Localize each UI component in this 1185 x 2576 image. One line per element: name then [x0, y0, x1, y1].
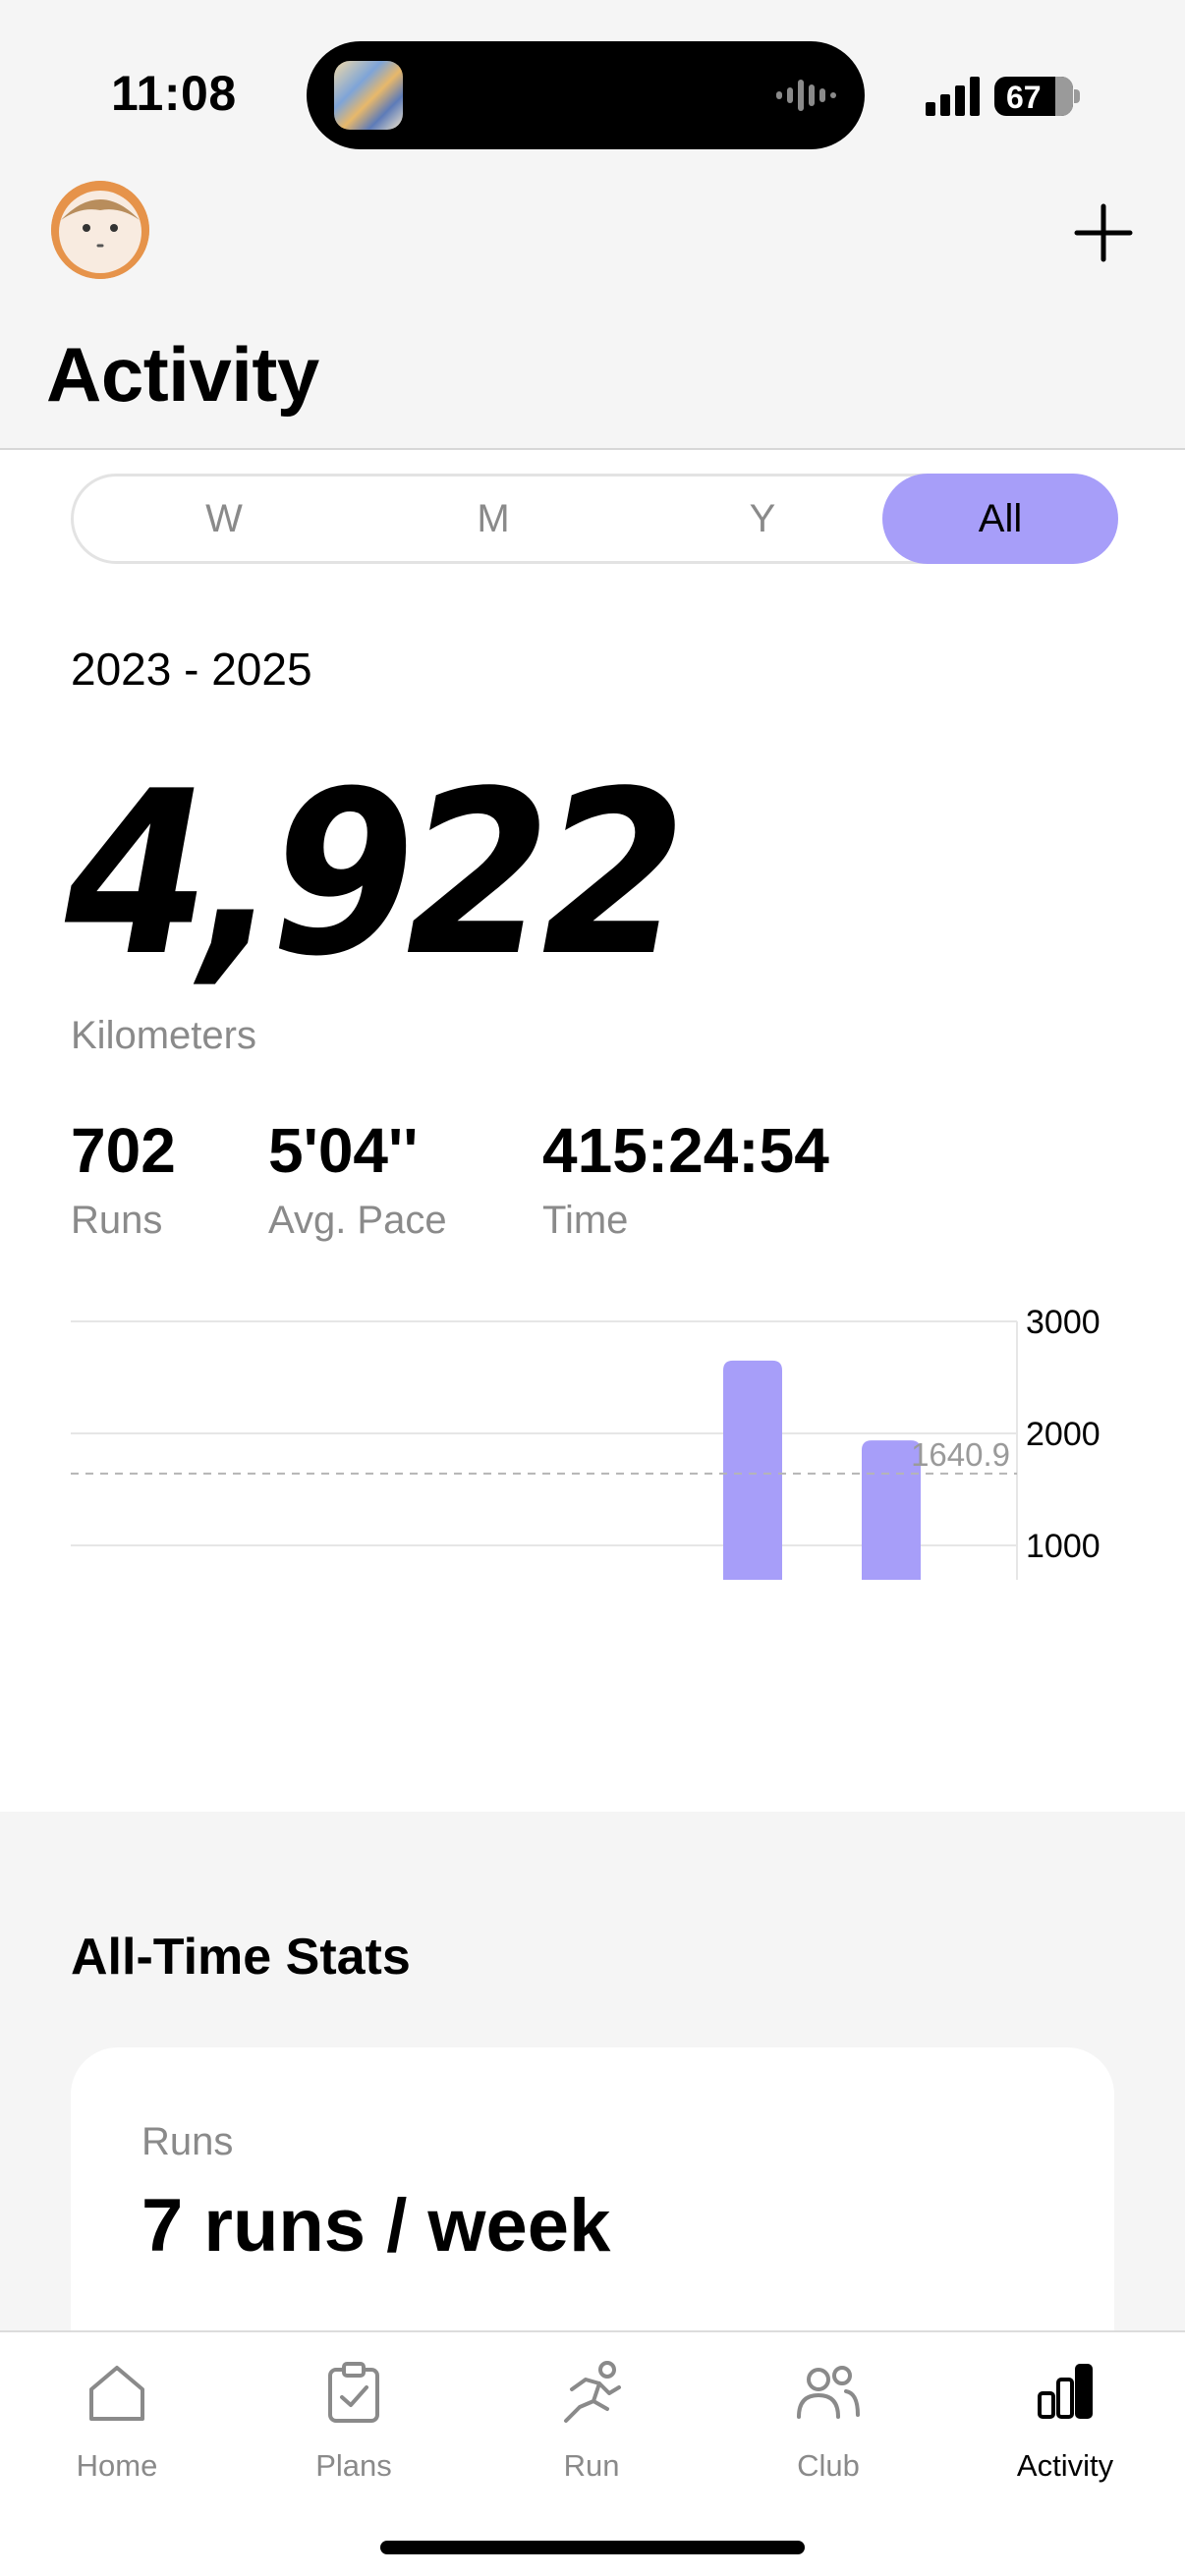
activity-summary-panel: W M Y All 2023 - 2025 4,922 Kilometers 7…	[0, 450, 1185, 1812]
time-label: Time	[542, 1199, 629, 1242]
home-icon	[89, 2366, 144, 2421]
tab-week[interactable]: W	[106, 474, 342, 564]
tab-activity[interactable]: Activity	[967, 2332, 1163, 2499]
distance-unit: Kilometers	[71, 1014, 256, 1057]
tab-club-label: Club	[797, 2448, 860, 2483]
tab-activity-label: Activity	[1016, 2448, 1114, 2483]
tab-run[interactable]: Run	[493, 2332, 690, 2499]
all-time-stats-title: All-Time Stats	[71, 1929, 411, 1986]
y-tick-label: 1000	[1026, 1528, 1100, 1565]
home-indicator	[380, 2541, 805, 2554]
profile-avatar[interactable]	[51, 181, 149, 279]
status-bar: 11:08 67	[0, 0, 1185, 177]
tab-home[interactable]: Home	[19, 2332, 215, 2499]
runs-count: 702	[71, 1115, 176, 1186]
battery-nub	[1074, 89, 1080, 103]
now-playing-artwork	[334, 61, 403, 130]
average-line-label: 1640.9	[911, 1436, 1010, 1473]
group-icon	[797, 2366, 860, 2419]
card-label: Runs	[141, 2120, 234, 2163]
signal-icon	[926, 77, 980, 116]
avatar-face-icon	[51, 181, 149, 279]
tab-month[interactable]: M	[375, 474, 611, 564]
tab-all[interactable]: All	[882, 474, 1118, 564]
card-value: 7 runs / week	[141, 2184, 611, 2268]
yearly-distance-chart: 0km1000200030002023202420251640.9	[71, 1304, 1100, 1580]
time-value: 415:24:54	[542, 1115, 829, 1186]
status-time: 11:08	[111, 66, 237, 121]
battery-level: 67	[1006, 80, 1042, 115]
page-title: Activity	[46, 331, 319, 418]
dynamic-island[interactable]	[307, 41, 865, 149]
y-tick-label: 3000	[1026, 1304, 1100, 1341]
chart-bar	[723, 1360, 782, 1580]
tab-club[interactable]: Club	[730, 2332, 927, 2499]
avg-pace-label: Avg. Pace	[268, 1199, 447, 1242]
battery-icon: 67	[994, 77, 1073, 116]
y-tick-label: 2000	[1026, 1416, 1100, 1453]
runs-label: Runs	[71, 1199, 163, 1242]
tab-year[interactable]: Y	[645, 474, 880, 564]
tab-plans-label: Plans	[315, 2448, 392, 2483]
tab-bar: Home Plans Run Club Activity	[0, 2330, 1185, 2576]
tab-run-label: Run	[563, 2448, 620, 2483]
date-range: 2023 - 2025	[71, 644, 312, 695]
tab-plans[interactable]: Plans	[255, 2332, 452, 2499]
period-selector: W M Y All	[71, 474, 1118, 564]
runner-icon	[564, 2361, 621, 2423]
tab-home-label: Home	[76, 2448, 158, 2483]
bar-chart-icon	[1038, 2364, 1093, 2419]
total-distance: 4,922	[65, 744, 687, 1006]
audio-wave-icon	[776, 80, 836, 111]
avg-pace-value: 5'04''	[268, 1115, 419, 1186]
clipboard-check-icon	[328, 2362, 379, 2423]
add-icon[interactable]	[1071, 200, 1136, 265]
